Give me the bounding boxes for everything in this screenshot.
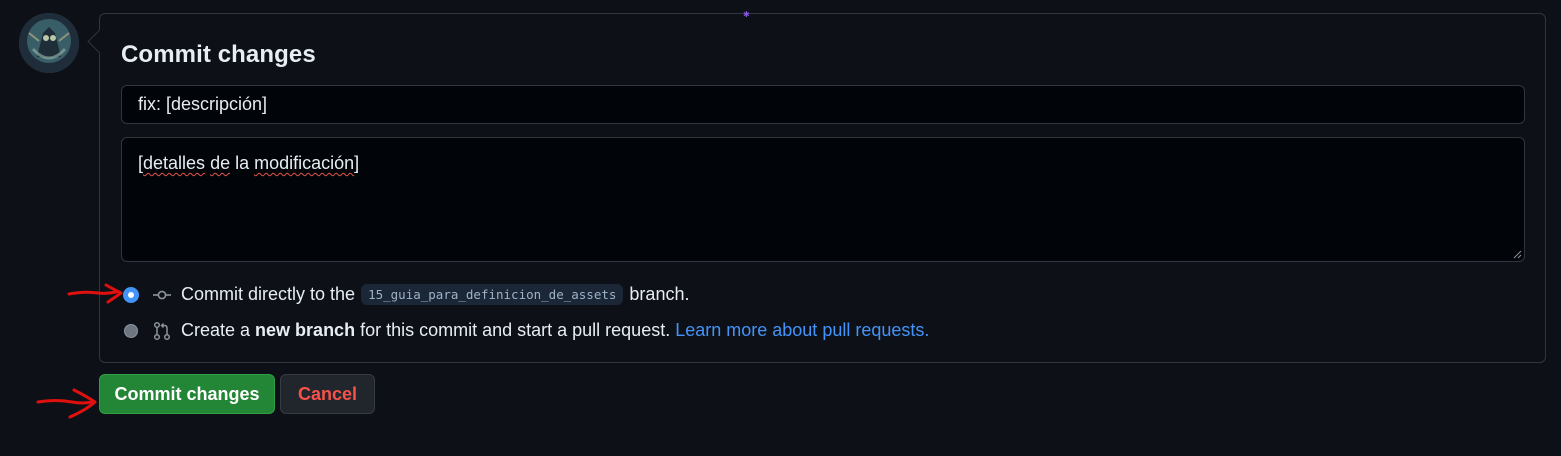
new-branch-option[interactable]: Create a new branch for this commit and … [124,320,929,341]
description-word-detalles: detalles [143,153,206,173]
commit-direct-suffix: branch. [629,284,690,304]
resize-grip-icon[interactable] [1512,249,1522,259]
commit-changes-button[interactable]: Commit changes [99,374,275,414]
pull-requests-learn-more-link[interactable]: Learn more about pull requests. [675,320,929,341]
description-word-de: de [210,153,231,173]
description-word-modificacion: modificación [254,153,355,173]
commit-direct-radio[interactable] [124,287,138,302]
description-word-la: la [230,153,255,173]
sparkle-icon: ✱ [743,10,750,19]
cancel-button[interactable]: Cancel [280,374,375,414]
panel-caret [87,29,112,54]
new-branch-label-bold: new branch [255,320,356,340]
git-pull-request-icon [153,321,171,340]
commit-direct-option[interactable]: Commit directly to the 15_guia_para_defi… [124,284,689,305]
avatar-image [19,13,79,73]
commit-description-textarea[interactable]: [detalles de la modificación] [121,137,1525,262]
commit-direct-label: Commit directly to the [181,284,356,304]
new-branch-radio[interactable] [124,323,138,338]
git-commit-icon [153,290,171,299]
commit-changes-page: ✱ Commit changes [detalles de la modific… [0,0,1561,456]
new-branch-label-prefix: Create a [181,320,251,340]
commit-form-panel: ✱ Commit changes [detalles de la modific… [87,10,1546,363]
branch-name-chip: 15_guia_para_definicion_de_assets [361,284,624,305]
user-avatar[interactable] [19,13,79,73]
annotation-arrow-commit [36,388,97,419]
description-suffix: ] [354,153,360,173]
new-branch-label-suffix: for this commit and start a pull request… [360,320,671,340]
commit-form-title: Commit changes [121,41,316,68]
commit-summary-input[interactable] [121,85,1525,124]
